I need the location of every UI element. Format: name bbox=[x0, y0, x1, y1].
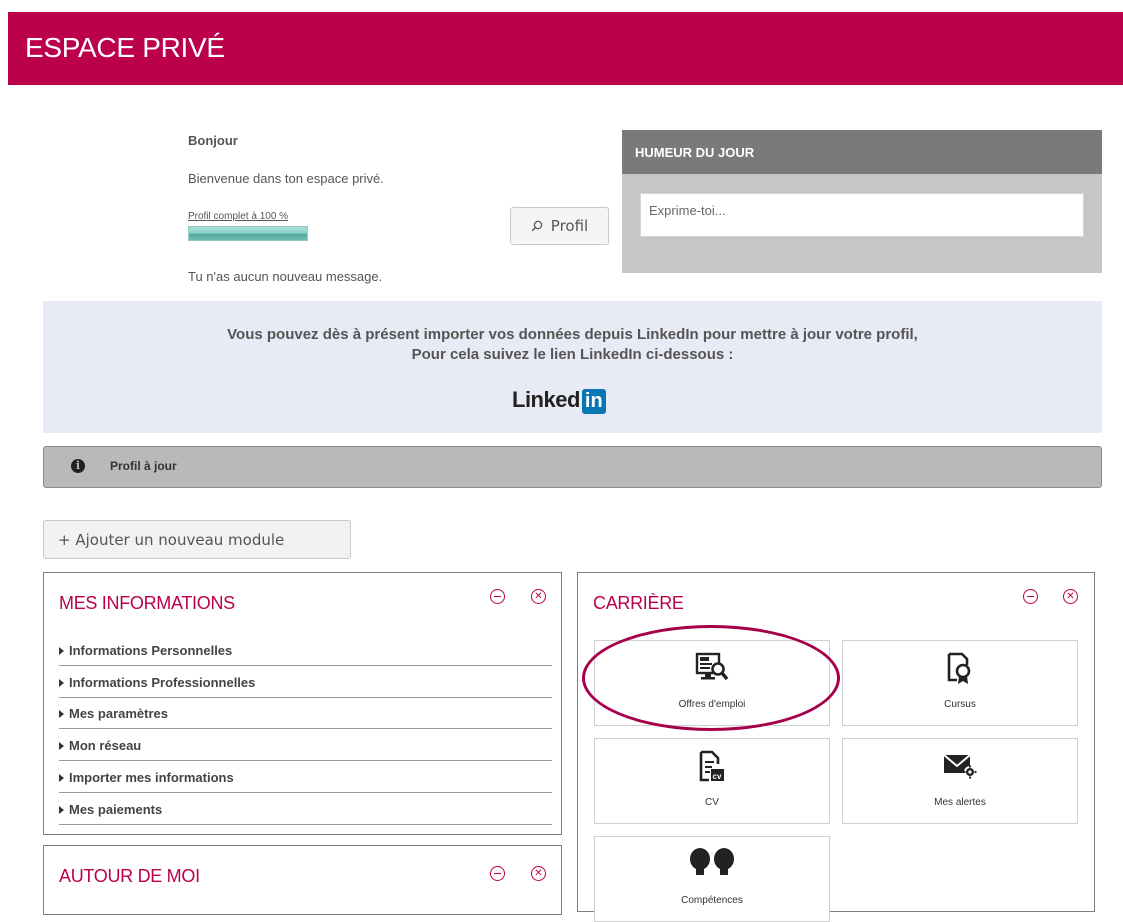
mood-panel: HUMEUR DU JOUR Exprime-toi... bbox=[622, 130, 1102, 273]
info-icon: i bbox=[71, 459, 85, 473]
menu-item-label: Mon réseau bbox=[69, 738, 142, 753]
info-menu-item[interactable]: Importer mes informations bbox=[59, 762, 552, 793]
tile-cv[interactable]: cv CV bbox=[594, 738, 830, 824]
linkedin-logo-box: in bbox=[581, 389, 606, 414]
profile-button[interactable]: Profil bbox=[510, 207, 609, 245]
mood-header: HUMEUR DU JOUR bbox=[622, 130, 1102, 174]
profile-button-label: Profil bbox=[550, 217, 589, 235]
menu-item-label: Mes paiements bbox=[69, 802, 163, 817]
caret-right-icon bbox=[59, 774, 64, 782]
tile-mes-alertes[interactable]: Mes alertes bbox=[842, 738, 1078, 824]
panel-title: MES INFORMATIONS bbox=[59, 593, 235, 613]
tile-label: Compétences bbox=[681, 895, 743, 906]
menu-item-label: Informations Professionnelles bbox=[69, 675, 256, 690]
svg-text:cv: cv bbox=[713, 772, 722, 781]
linkedin-text-line2: Pour cela suivez le lien LinkedIn ci-des… bbox=[411, 346, 734, 363]
add-module-button[interactable]: + Ajouter un nouveau module bbox=[43, 520, 351, 559]
menu-item-label: Mes paramètres bbox=[69, 706, 168, 721]
info-menu-item[interactable]: Mon réseau bbox=[59, 730, 552, 761]
greeting-welcome: Bienvenue dans ton espace privé. bbox=[188, 171, 384, 186]
menu-item-label: Informations Personnelles bbox=[69, 643, 233, 658]
search-icon bbox=[531, 220, 543, 232]
info-menu-item[interactable]: Informations Professionnelles bbox=[59, 667, 552, 698]
menu-item-label: Importer mes informations bbox=[69, 770, 234, 785]
close-icon[interactable]: ✕ bbox=[531, 589, 546, 604]
info-menu-item[interactable]: Informations Personnelles bbox=[59, 635, 552, 666]
caret-right-icon bbox=[59, 806, 64, 814]
profile-status-bar: i Profil à jour bbox=[43, 446, 1102, 488]
mood-input[interactable]: Exprime-toi... bbox=[640, 193, 1084, 237]
close-icon[interactable]: ✕ bbox=[531, 866, 546, 881]
cv-document-icon: cv bbox=[699, 750, 724, 782]
caret-right-icon bbox=[59, 710, 64, 718]
linkedin-text-line1: Vous pouvez dès à présent importer vos d… bbox=[227, 326, 918, 343]
panel-mes-informations: MES INFORMATIONS ✕ Informations Personne… bbox=[43, 572, 562, 835]
panel-title: CARRIÈRE bbox=[593, 593, 684, 613]
page-title: ESPACE PRIVÉ bbox=[25, 32, 225, 63]
lightbulbs-icon bbox=[690, 848, 734, 875]
linkedin-logo-word: Linked bbox=[512, 387, 580, 412]
mail-settings-icon bbox=[943, 754, 977, 779]
mood-title: HUMEUR DU JOUR bbox=[635, 145, 755, 160]
linkedin-logo-link[interactable]: Linked in bbox=[512, 387, 606, 414]
greeting-hello: Bonjour bbox=[188, 133, 238, 148]
caret-right-icon bbox=[59, 647, 64, 655]
minimize-icon[interactable] bbox=[490, 589, 505, 604]
panel-carriere: CARRIÈRE ✕ Offres d'emploi Cursus cv CV … bbox=[577, 572, 1095, 922]
close-icon[interactable]: ✕ bbox=[1063, 589, 1078, 604]
profile-progress-bar bbox=[188, 226, 308, 241]
highlight-ellipse bbox=[582, 625, 840, 731]
page-header: ESPACE PRIVÉ bbox=[8, 12, 1123, 85]
tile-label: Mes alertes bbox=[934, 797, 986, 808]
caret-right-icon bbox=[59, 742, 64, 750]
tile-cursus[interactable]: Cursus bbox=[842, 640, 1078, 726]
tile-label: CV bbox=[705, 797, 719, 808]
tile-competences[interactable]: Compétences bbox=[594, 836, 830, 922]
certificate-icon bbox=[947, 652, 971, 684]
tile-label: Cursus bbox=[944, 699, 976, 710]
panel-autour-de-moi: AUTOUR DE MOI ✕ bbox=[43, 845, 562, 915]
no-message-text: Tu n'as aucun nouveau message. bbox=[188, 269, 383, 284]
profile-status-text: Profil à jour bbox=[110, 459, 177, 473]
caret-right-icon bbox=[59, 679, 64, 687]
minimize-icon[interactable] bbox=[490, 866, 505, 881]
panel-title: AUTOUR DE MOI bbox=[59, 866, 200, 886]
minimize-icon[interactable] bbox=[1023, 589, 1038, 604]
profile-complete-link[interactable]: Profil complet à 100 % bbox=[188, 211, 288, 222]
info-menu-item[interactable]: Mes paramètres bbox=[59, 698, 552, 729]
info-menu-item[interactable]: Mes paiements bbox=[59, 794, 552, 825]
